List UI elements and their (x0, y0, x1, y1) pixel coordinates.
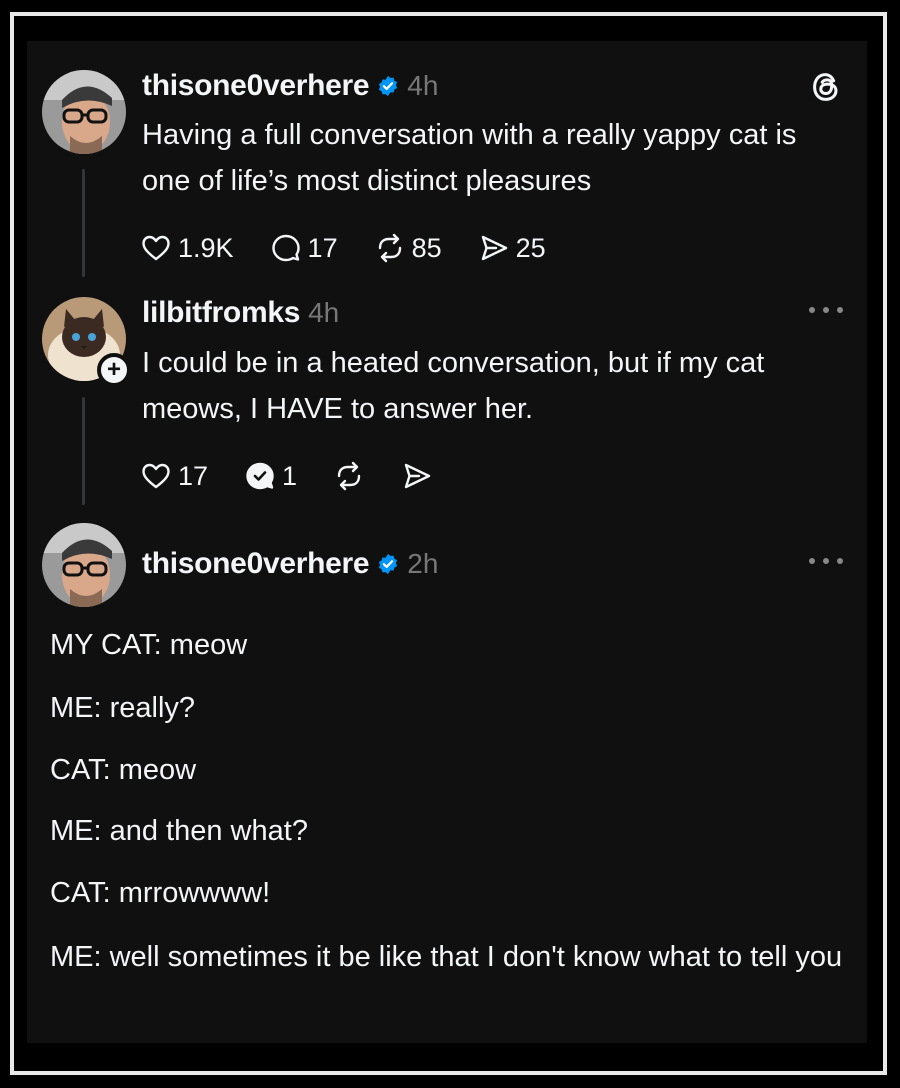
like-button[interactable]: 17 (140, 460, 208, 492)
username[interactable]: thisone0verhere (142, 69, 370, 103)
share-button[interactable] (401, 460, 433, 492)
send-icon (404, 463, 431, 489)
verified-badge-icon (377, 75, 399, 97)
avatar[interactable] (42, 70, 126, 154)
like-count: 1.9K (178, 232, 234, 263)
repost-button[interactable]: 85 (374, 232, 442, 264)
heart-icon (142, 463, 170, 489)
reply-count: 1 (282, 460, 298, 491)
post-line: ME: and then what? (50, 815, 308, 847)
post-header: thisone0verhere 4h (142, 66, 438, 106)
post-header: thisone0verhere 2h (142, 544, 438, 584)
repost-count: 85 (411, 232, 442, 263)
post-header: lilbitfromks 4h (142, 293, 339, 333)
post-line: ME: really? (50, 692, 196, 724)
post-time: 4h (407, 70, 439, 101)
post-time: 4h (308, 297, 340, 328)
thread-line (82, 169, 85, 277)
reply-button[interactable]: 1 (244, 460, 297, 492)
repost-button[interactable] (333, 460, 365, 492)
more-dots-icon[interactable] (809, 305, 843, 315)
verified-badge-icon (377, 553, 399, 575)
avatar[interactable] (42, 523, 126, 607)
thread-line (82, 397, 85, 505)
send-icon (481, 235, 507, 261)
post-line: CAT: meow (50, 754, 197, 786)
comment-icon (271, 234, 300, 262)
post-line: MY CAT: meow (50, 629, 248, 661)
post-line: ME: well sometimes it be like that I don… (50, 941, 843, 973)
post-actions: 1.9K 17 85 25 (140, 232, 582, 264)
threads-logo-icon[interactable] (807, 68, 845, 106)
post-text: Having a full conversation with a really… (142, 119, 797, 197)
post-time: 2h (407, 548, 439, 579)
like-button[interactable]: 1.9K (140, 232, 234, 264)
repost-icon (337, 461, 361, 491)
reply-count: 17 (307, 232, 338, 263)
heart-icon (142, 235, 170, 261)
comment-icon (246, 462, 274, 490)
reply-button[interactable]: 17 (270, 232, 338, 264)
follow-button[interactable]: + (97, 353, 131, 387)
like-count: 17 (178, 460, 209, 491)
username[interactable]: lilbitfromks (142, 296, 300, 330)
username[interactable]: thisone0verhere (142, 547, 370, 581)
repost-icon (378, 233, 401, 263)
post-text: I could be in a heated conversation, but… (142, 347, 765, 425)
plus-icon: + (106, 356, 121, 383)
more-dots-icon[interactable] (809, 556, 843, 566)
post-line: CAT: mrrowwww! (50, 877, 271, 909)
share-button[interactable]: 25 (478, 232, 546, 264)
share-count: 25 (515, 232, 546, 263)
post-actions: 17 1 (140, 460, 469, 492)
